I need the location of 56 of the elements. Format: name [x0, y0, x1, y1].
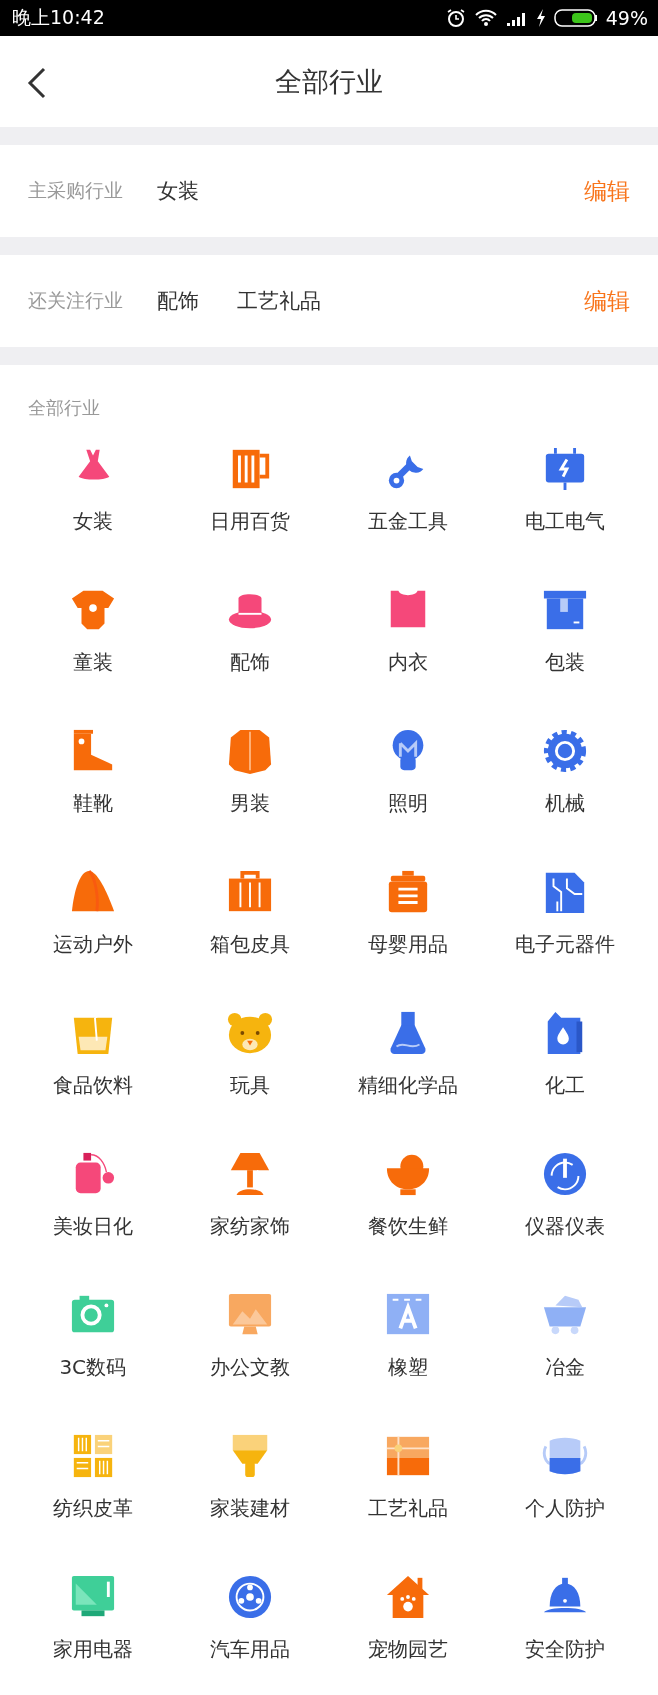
industry-label[interactable]: 机械 [545, 790, 586, 816]
industry-label[interactable]: 童装 [72, 649, 113, 675]
jacket-icon[interactable] [227, 728, 274, 774]
industry-label[interactable]: 箱包皮具 [210, 931, 291, 957]
industry-label[interactable]: 家纺家饰 [210, 1213, 291, 1239]
industry-label[interactable]: 工艺礼品 [367, 1495, 448, 1521]
tire-icon[interactable] [227, 1574, 274, 1620]
industry-label[interactable]: 安全防护 [525, 1636, 606, 1662]
gauge-icon[interactable] [542, 1151, 589, 1197]
gear-icon[interactable] [542, 728, 589, 774]
industry-label[interactable]: 宠物园艺 [367, 1636, 448, 1662]
industry-label[interactable]: 五金工具 [367, 508, 448, 534]
industry-label[interactable]: 运动户外 [52, 931, 133, 957]
industry-label[interactable]: 个人防护 [525, 1495, 606, 1521]
bear-icon[interactable] [227, 1010, 274, 1056]
industry-label[interactable]: 食品饮料 [52, 1072, 133, 1098]
industry-label[interactable]: 电工电气 [525, 508, 606, 534]
industry-label[interactable]: 精细化学品 [357, 1072, 458, 1098]
back-button[interactable] [26, 66, 48, 100]
industry-label[interactable]: 美妆日化 [52, 1213, 133, 1239]
industry-label[interactable]: 女装 [72, 508, 113, 534]
industry-label[interactable]: 母婴用品 [367, 931, 448, 957]
industry-tag: 配饰 [157, 287, 199, 315]
industry-label[interactable]: 化工 [545, 1072, 586, 1098]
page-title: 全部行业 [275, 64, 383, 99]
industry-tag: 工艺礼品 [237, 287, 321, 315]
industry-label[interactable]: 家装建材 [210, 1495, 291, 1521]
industry-label[interactable]: 汽车用品 [210, 1636, 291, 1662]
section-label: 还关注行业 [28, 288, 123, 313]
battery-icon [553, 9, 598, 27]
industry-label[interactable]: 办公文教 [210, 1354, 291, 1380]
industry-label[interactable]: 3C数码 [59, 1354, 127, 1380]
industry-label[interactable]: 家用电器 [52, 1636, 133, 1662]
industry-tag: 女装 [157, 177, 199, 205]
industry-label[interactable]: 纺织皮革 [52, 1495, 133, 1521]
status-time: 晚上10:42 [12, 5, 105, 30]
industry-label[interactable]: 照明 [387, 790, 428, 816]
industry-label[interactable]: 包装 [545, 649, 586, 675]
industry-label[interactable]: 餐饮生鲜 [367, 1213, 448, 1239]
industry-label[interactable]: 玩具 [230, 1072, 271, 1098]
wifi-icon [473, 9, 498, 27]
industry-label[interactable]: 电子元器件 [515, 931, 616, 957]
charging-icon [535, 9, 546, 27]
industry-label[interactable]: 男装 [230, 790, 271, 816]
alarm-icon [445, 8, 466, 28]
industry-label[interactable]: 仪器仪表 [525, 1213, 606, 1239]
signal-icon [505, 10, 528, 26]
industry-label[interactable]: 日用百货 [210, 508, 291, 534]
industry-label[interactable]: 冶金 [545, 1354, 586, 1380]
section-label: 主采购行业 [28, 178, 123, 203]
industry-label[interactable]: 配饰 [230, 649, 271, 675]
battery-percent: 49% [605, 7, 648, 29]
industry-label[interactable]: 鞋靴 [72, 790, 113, 816]
section-label: 全部行业 [28, 396, 100, 420]
industry-label[interactable]: 内衣 [387, 649, 428, 675]
industry-label[interactable]: 橡塑 [387, 1354, 428, 1380]
